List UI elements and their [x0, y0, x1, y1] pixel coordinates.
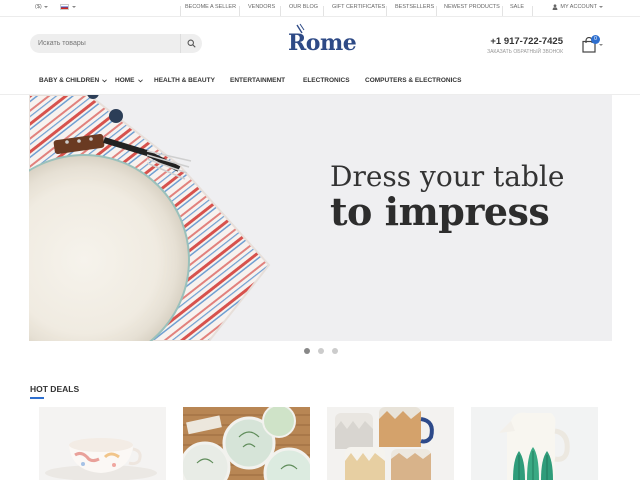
chevron-down-icon	[137, 78, 143, 82]
slider-dot-1[interactable]	[304, 348, 310, 354]
nav-item-computers-electronics[interactable]: Computers & Electronics	[365, 77, 461, 84]
top-links: Become a seller Vendors Our blog Gift ce…	[0, 4, 640, 16]
divider	[502, 6, 503, 16]
cart-count-badge: 0	[591, 35, 600, 44]
product-card[interactable]	[39, 407, 166, 480]
user-icon	[553, 4, 558, 10]
slider-dot-2[interactable]	[318, 348, 324, 354]
nav-item-label: Electronics	[303, 77, 350, 84]
cart-button[interactable]: 0	[582, 35, 604, 55]
divider	[280, 6, 281, 16]
slider-dot-3[interactable]	[332, 348, 338, 354]
nav-item-entertainment[interactable]: Entertainment	[230, 77, 285, 84]
search-bar	[30, 34, 202, 53]
product-image-pitcher	[471, 407, 598, 480]
product-image-plates	[183, 407, 310, 480]
phone-number[interactable]: +1 917-722-7425	[490, 36, 563, 47]
account-menu[interactable]: My Account	[552, 4, 603, 10]
search-icon	[187, 39, 196, 48]
nav-item-home[interactable]: Home	[115, 77, 143, 84]
product-card[interactable]	[183, 407, 310, 480]
search-input[interactable]	[30, 34, 180, 53]
hero-subheadline: to impress	[330, 189, 550, 234]
nav-item-label: Entertainment	[230, 77, 286, 84]
section-underline	[30, 397, 44, 399]
product-image-mugs	[327, 407, 454, 480]
site-logo[interactable]: Rome	[288, 23, 357, 56]
account-label: My Account	[560, 4, 597, 10]
nav-item-health-beauty[interactable]: Health & Beauty	[154, 77, 215, 84]
nav-item-label: Baby & Children	[39, 77, 100, 84]
divider	[386, 6, 387, 16]
divider	[180, 6, 181, 16]
chevron-down-icon	[599, 6, 603, 8]
slider-pagination	[304, 348, 338, 354]
top-bar: ($) Become a seller Vendors Our blog Gif…	[0, 0, 640, 17]
divider	[323, 6, 324, 16]
product-image-teacup	[39, 407, 166, 480]
nav-item-baby-children[interactable]: Baby & Children	[39, 77, 108, 84]
search-button[interactable]	[180, 34, 202, 53]
main-navigation: Baby & Children Home Health & Beauty Ent…	[0, 70, 640, 92]
top-link-become-seller[interactable]: Become a seller	[185, 4, 236, 10]
logo-text: Rome	[288, 30, 357, 56]
divider	[436, 6, 437, 16]
top-link-vendors[interactable]: Vendors	[248, 4, 275, 10]
product-card[interactable]	[327, 407, 454, 480]
product-card[interactable]	[471, 407, 598, 480]
nav-item-label: Home	[115, 77, 135, 84]
divider	[239, 6, 240, 16]
top-link-bestsellers[interactable]: Bestsellers	[395, 4, 434, 10]
nav-item-label: Computers & Electronics	[365, 77, 462, 84]
callback-link[interactable]: Заказать обратный звонок	[487, 49, 563, 55]
hero-banner[interactable]: Dress your table to impress	[29, 95, 612, 341]
chevron-down-icon	[599, 44, 603, 46]
top-link-sale[interactable]: Sale	[510, 4, 524, 10]
nav-item-electronics[interactable]: Electronics	[303, 77, 350, 84]
nav-item-label: Health & Beauty	[154, 77, 215, 84]
top-link-newest-products[interactable]: Newest products	[444, 4, 500, 10]
top-link-our-blog[interactable]: Our blog	[289, 4, 318, 10]
top-link-gift-certificates[interactable]: Gift certificates	[332, 4, 385, 10]
chevron-down-icon	[102, 78, 108, 82]
divider	[532, 6, 533, 16]
section-title-hot-deals: Hot Deals	[30, 384, 80, 394]
